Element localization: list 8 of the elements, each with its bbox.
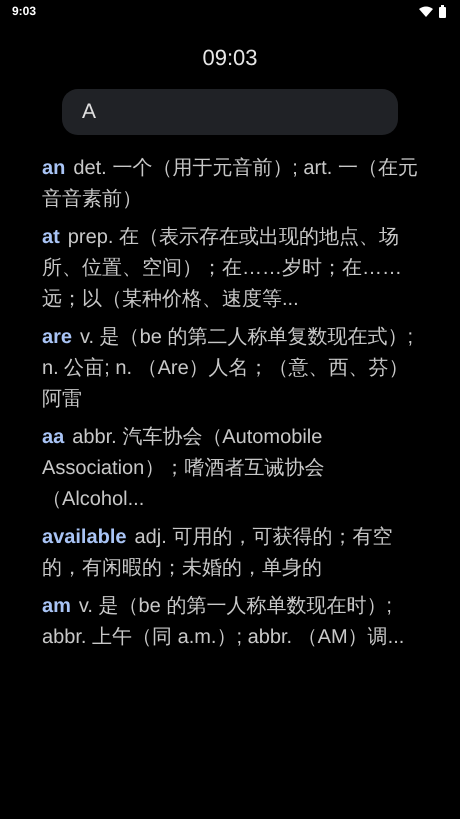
wifi-icon (419, 6, 433, 16)
clock-time: 09:03 (202, 45, 258, 71)
result-entry[interactable]: at prep. 在（表示存在或出现的地点、场所、位置、空间）；在……岁时；在……远；以（某种价格、速度等... (42, 222, 424, 315)
result-entry[interactable]: am v. 是（be 的第一人称单数现在时）; abbr. 上午（同 a.m.）; abbr. （AM）调... (42, 591, 424, 653)
battery-icon (439, 4, 446, 18)
status-time: 9:03 (12, 4, 36, 18)
search-field[interactable]: A (62, 89, 398, 135)
result-entry[interactable]: aa abbr. 汽车协会（Automobile Association）；嗜酒者互诫协会（Alcohol... (42, 422, 424, 515)
